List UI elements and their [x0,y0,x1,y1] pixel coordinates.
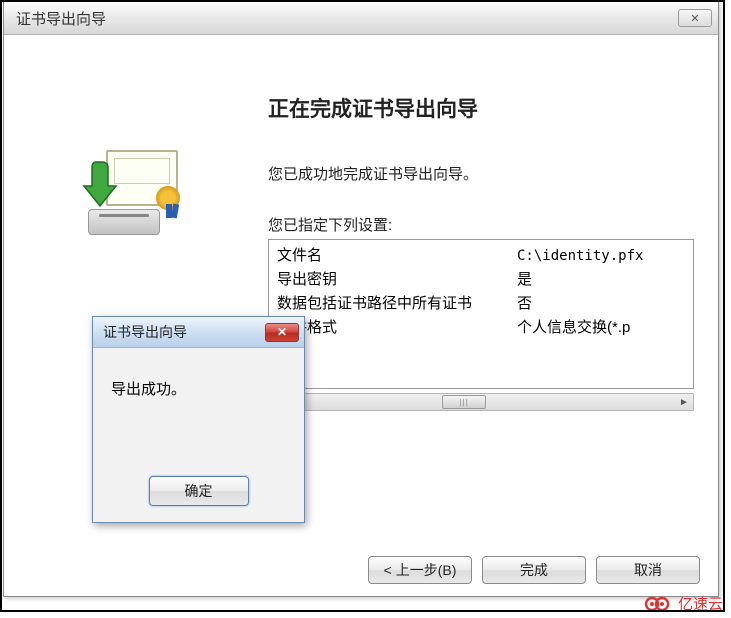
drive-icon [88,209,160,235]
settings-row-label: 文件名 [277,244,517,268]
window-close-button[interactable]: ✕ [678,9,712,27]
settings-row-label: 导出密钥 [277,268,517,292]
scroll-right-button[interactable]: ► [675,394,693,410]
dialog-message: 导出成功。 [111,381,186,398]
horizontal-scrollbar[interactable]: ◄ ► [268,393,694,411]
wizard-button-row: < 上一步(B) 完成 取消 [368,556,700,584]
settings-row: 导出密钥 是 [277,268,685,292]
window-title: 证书导出向导 [16,8,106,29]
settings-row-label: 文件格式 [277,316,517,340]
message-dialog: 证书导出向导 ✕ 导出成功。 确定 [92,316,305,523]
cancel-button[interactable]: 取消 [596,556,700,584]
finish-button[interactable]: 完成 [482,556,586,584]
wizard-description: 您已成功地完成证书导出向导。 [268,163,694,184]
settings-listbox[interactable]: 文件名 C:\identity.pfx 导出密钥 是 数据包括证书路径中所有证书… [268,239,694,389]
settings-row-value: 否 [517,292,685,316]
dialog-close-button[interactable]: ✕ [265,323,299,342]
back-button[interactable]: < 上一步(B) [368,556,472,584]
download-arrow-icon [82,160,118,210]
wizard-heading: 正在完成证书导出向导 [268,93,694,123]
watermark: 亿速云 [644,593,723,614]
settings-row: 文件名 C:\identity.pfx [277,244,685,268]
settings-row-value: 个人信息交换(*.p [517,316,685,340]
settings-row: 文件格式 个人信息交换(*.p [277,316,685,340]
dialog-title-text: 证书导出向导 [103,322,187,342]
settings-row: 数据包括证书路径中所有证书 否 [277,292,685,316]
right-panel: 正在完成证书导出向导 您已成功地完成证书导出向导。 您已指定下列设置: 文件名 … [252,35,718,555]
settings-row-value: C:\identity.pfx [517,244,685,268]
settings-row-label: 数据包括证书路径中所有证书 [277,292,517,316]
scroll-track[interactable] [287,394,675,410]
certificate-export-icon [78,150,178,235]
dialog-body: 导出成功。 [93,348,304,476]
ok-button[interactable]: 确定 [149,476,249,506]
dialog-footer: 确定 [93,476,304,522]
watermark-logo-icon [644,594,674,614]
settings-row-value: 是 [517,268,685,292]
titlebar: 证书导出向导 ✕ [4,2,718,35]
dialog-titlebar: 证书导出向导 ✕ [93,317,304,348]
scroll-thumb[interactable] [442,395,486,409]
watermark-text: 亿速云 [678,593,723,614]
settings-caption: 您已指定下列设置: [268,214,694,235]
